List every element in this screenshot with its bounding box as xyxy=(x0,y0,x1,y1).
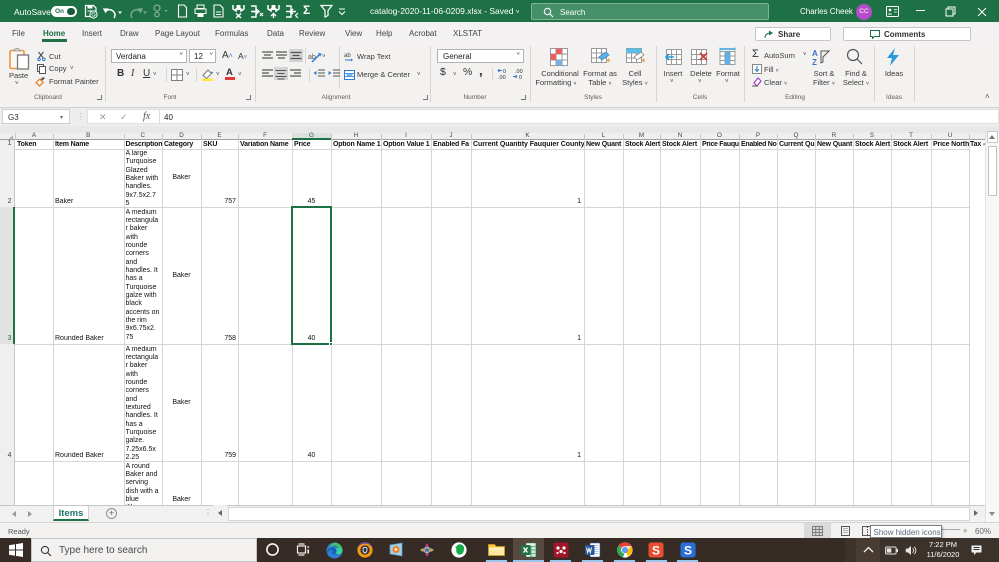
svg-text:.00: .00 xyxy=(498,75,506,80)
svg-text:S: S xyxy=(652,544,660,558)
svg-text:A: A xyxy=(812,49,818,58)
svg-text:S: S xyxy=(684,544,692,558)
svg-text:0: 0 xyxy=(519,75,522,80)
svg-text:Z: Z xyxy=(812,58,817,66)
svg-text:ab: ab xyxy=(344,53,351,59)
